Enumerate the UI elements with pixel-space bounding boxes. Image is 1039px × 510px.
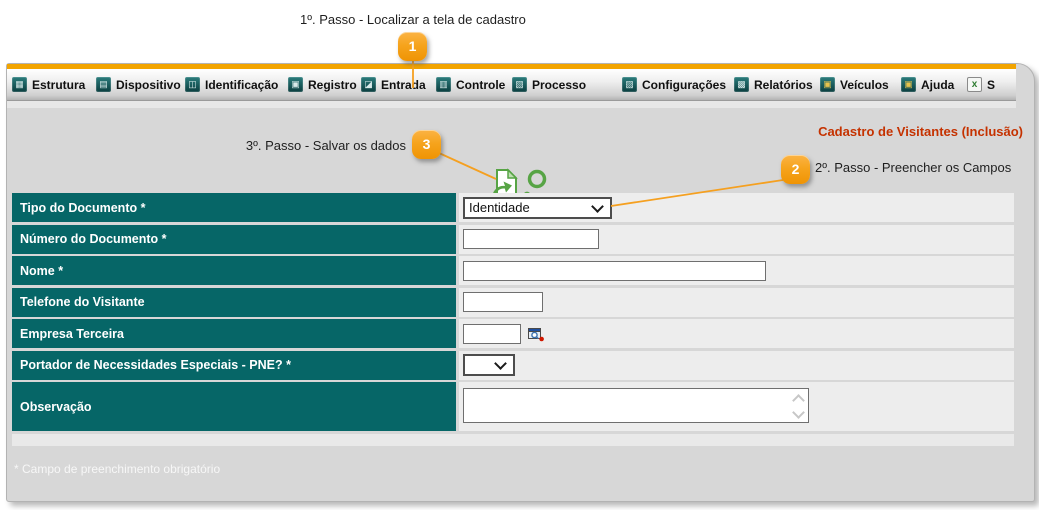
menu-label: Identificação (205, 78, 278, 92)
settings-icon: ▨ (622, 77, 637, 92)
company-lookup-icon[interactable] (528, 326, 545, 342)
menu-item-entrada[interactable]: ◪ Entrada (361, 69, 426, 100)
menu-sub-strip (7, 101, 1016, 108)
company-input[interactable] (463, 324, 521, 344)
menu-label: Dispositivo (116, 78, 181, 92)
menu-item-dispositivo[interactable]: ▤ Dispositivo (96, 69, 181, 100)
step1-badge: 1 (398, 32, 427, 61)
field-cell (459, 225, 1014, 254)
spreadsheet-icon: x (967, 77, 982, 92)
form-row-tipo-documento: Tipo do Documento * Identidade (12, 193, 1014, 222)
field-label: Empresa Terceira (12, 319, 456, 348)
form-row-observacao: Observação (12, 382, 1014, 431)
menu-label: Entrada (381, 78, 426, 92)
form-row-empresa: Empresa Terceira (12, 319, 1014, 348)
selected-option: Identidade (469, 200, 530, 215)
required-field-footnote: * Campo de preenchimento obrigatório (14, 462, 220, 476)
identification-icon: ◫ (185, 77, 200, 92)
menu-item-relatorios[interactable]: ▩ Relatórios (734, 69, 813, 100)
field-label: Telefone do Visitante (12, 288, 456, 317)
scroll-up-icon[interactable] (792, 394, 805, 407)
step3-label: 3º. Passo - Salvar os dados (246, 138, 406, 153)
entry-icon: ◪ (361, 77, 376, 92)
page-title: Cadastro de Visitantes (Inclusão) (818, 124, 1023, 139)
structure-icon: ▦ (12, 77, 27, 92)
menu-label: S (987, 78, 995, 92)
field-label: Número do Documento * (12, 225, 456, 254)
registry-icon: ▣ (288, 77, 303, 92)
menu-label: Estrutura (32, 78, 85, 92)
step1-label: 1º. Passo - Localizar a tela de cadastro (300, 12, 526, 27)
form-row-nome: Nome * (12, 256, 1014, 285)
menu-label: Controle (456, 78, 505, 92)
menu-item-veiculos[interactable]: ▣ Veículos (820, 69, 889, 100)
vehicles-icon: ▣ (820, 77, 835, 92)
menu-label: Veículos (840, 78, 889, 92)
menu-item-registro[interactable]: ▣ Registro (288, 69, 357, 100)
document-type-select[interactable]: Identidade (463, 197, 612, 219)
visitor-form: Tipo do Documento * Identidade Número do… (12, 193, 1014, 446)
name-input[interactable] (463, 261, 766, 281)
field-cell (459, 319, 1014, 348)
control-icon: ▥ (436, 77, 451, 92)
scroll-down-icon[interactable] (792, 406, 805, 419)
field-cell (459, 382, 1014, 431)
help-icon: ▣ (901, 77, 916, 92)
reports-icon: ▩ (734, 77, 749, 92)
menu-label: Processo (532, 78, 586, 92)
pne-select[interactable] (463, 354, 515, 376)
form-row-telefone: Telefone do Visitante (12, 288, 1014, 317)
menu-item-controle[interactable]: ▥ Controle (436, 69, 505, 100)
document-number-input[interactable] (463, 229, 599, 249)
field-label: Portador de Necessidades Especiais - PNE… (12, 351, 456, 380)
field-cell (459, 351, 1014, 380)
field-label: Tipo do Documento * (12, 193, 456, 222)
form-row-pne: Portador de Necessidades Especiais - PNE… (12, 351, 1014, 380)
menu-item-estrutura[interactable]: ▦ Estrutura (12, 69, 85, 100)
chevron-down-icon (494, 357, 507, 370)
screenshot-canvas: 1º. Passo - Localizar a tela de cadastro… (0, 0, 1039, 510)
step2-badge: 2 (781, 155, 810, 184)
main-menu-bar: ▦ Estrutura ▤ Dispositivo ◫ Identificaçã… (7, 69, 1016, 101)
menu-item-processo[interactable]: ▧ Processo (512, 69, 586, 100)
menu-label: Relatórios (754, 78, 813, 92)
field-cell (459, 256, 1014, 285)
menu-label: Configurações (642, 78, 726, 92)
chevron-down-icon (591, 200, 604, 213)
field-label: Nome * (12, 256, 456, 285)
field-label: Observação (12, 382, 456, 431)
phone-input[interactable] (463, 292, 543, 312)
step2-label: 2º. Passo - Preencher os Campos (815, 160, 1011, 175)
step3-badge: 3 (412, 130, 441, 159)
field-cell (459, 288, 1014, 317)
process-icon: ▧ (512, 77, 527, 92)
menu-item-clipped[interactable]: x S (967, 69, 995, 100)
menu-item-identificacao[interactable]: ◫ Identificação (185, 69, 278, 100)
menu-label: Ajuda (921, 78, 954, 92)
menu-item-configuracoes[interactable]: ▨ Configurações (622, 69, 726, 100)
menu-item-ajuda[interactable]: ▣ Ajuda (901, 69, 954, 100)
field-cell: Identidade (459, 193, 1014, 222)
form-row-numero-documento: Número do Documento * (12, 225, 1014, 254)
form-footer-strip (12, 434, 1014, 446)
device-icon: ▤ (96, 77, 111, 92)
observation-textarea[interactable] (463, 388, 809, 423)
menu-label: Registro (308, 78, 357, 92)
